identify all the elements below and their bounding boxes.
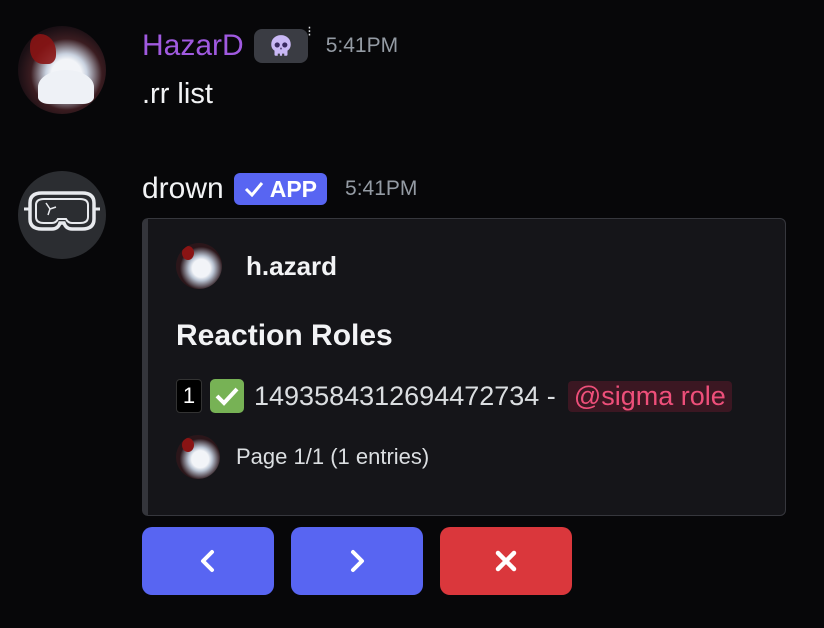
checkmark-icon	[244, 182, 263, 197]
chevron-left-icon	[201, 550, 214, 572]
close-button[interactable]	[440, 527, 572, 595]
username[interactable]: HazarD	[142, 28, 244, 64]
check-mark-button-icon	[210, 379, 244, 413]
embed-author-avatar	[176, 243, 222, 289]
embed-title: Reaction Roles	[176, 319, 393, 352]
embed-entry: 1 1493584312694472734 - @sigma role	[176, 379, 732, 413]
embed: h.azard Reaction Roles 1 149358431269447…	[142, 218, 786, 516]
message-content: .rr list	[142, 78, 213, 110]
goggles-icon	[24, 191, 100, 231]
message-header: HazarD ⁝ 5:41PM	[142, 23, 399, 64]
username[interactable]: drown	[142, 171, 224, 207]
role-mention[interactable]: @sigma role	[567, 380, 732, 412]
role-id: 1493584312694472734 -	[254, 380, 556, 411]
skull-icon[interactable]: ⁝	[253, 23, 312, 63]
message-header: drown APP 5:41PM	[142, 171, 417, 207]
previous-page-button[interactable]	[142, 527, 274, 595]
timestamp: 5:41PM	[345, 177, 418, 200]
avatar[interactable]	[18, 171, 106, 259]
chevron-right-icon	[351, 550, 364, 572]
embed-footer-avatar	[176, 435, 220, 479]
embed-author: h.azard	[176, 243, 337, 289]
app-badge-label: APP	[269, 175, 318, 202]
close-icon	[495, 550, 517, 572]
embed-author-name: h.azard	[246, 250, 338, 281]
timestamp: 5:41PM	[325, 34, 399, 57]
avatar[interactable]	[18, 26, 106, 114]
app-badge: APP	[233, 173, 328, 205]
embed-footer: Page 1/1 (1 entries)	[176, 435, 429, 479]
next-page-button[interactable]	[291, 527, 423, 595]
keycap-one-icon: 1	[176, 379, 202, 413]
embed-footer-text: Page 1/1 (1 entries)	[236, 444, 430, 469]
